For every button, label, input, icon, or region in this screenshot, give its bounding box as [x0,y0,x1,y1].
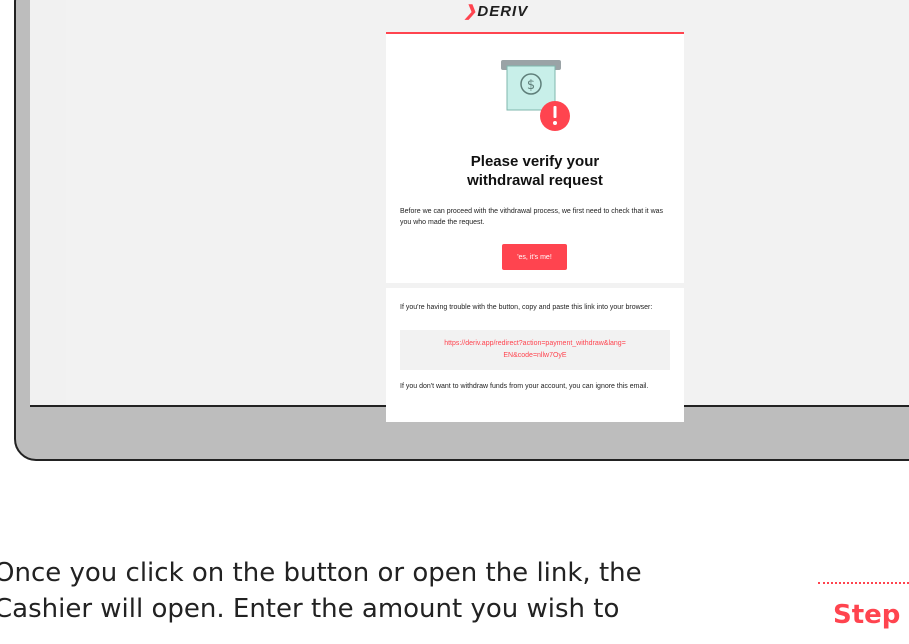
verification-link[interactable]: https://deriv.app/redirect?action=paymen… [400,330,670,370]
cash-alert-icon: $ [501,60,570,131]
heading-line-2: withdrawal request [467,172,603,189]
laptop-frame: ❯DERIV $ Please verify your withdrawal r… [14,0,909,461]
step-label: Step [833,600,901,630]
logo-mark-icon: ❯ [463,3,478,20]
ignore-text: If you don't want to withdraw funds from… [400,383,649,390]
instruction-line-1: Once you click on the button or open the… [0,558,642,588]
email-card: $ Please verify your withdrawal request … [386,32,684,422]
brand-name: DERIV [477,3,529,20]
svg-text:$: $ [527,78,535,93]
instruction-text: Once you click on the button or open the… [0,555,642,627]
link-line-2[interactable]: EN&code=nllw7OyE [400,350,670,362]
confirm-button[interactable]: 'es, it's me! [502,244,567,270]
dotted-connector [818,582,909,584]
email-viewport: ❯DERIV $ Please verify your withdrawal r… [66,0,909,422]
email-heading: Please verify your withdrawal request [386,152,684,190]
instruction-line-2: Cashier will open. Enter the amount you … [0,594,620,624]
heading-line-1: Please verify your [470,153,600,170]
link-line-1[interactable]: https://deriv.app/redirect?action=paymen… [400,338,670,350]
deriv-logo: ❯DERIV [66,2,909,20]
email-intro: Before we can proceed with the vithdrawa… [400,208,664,226]
laptop-screen: ❯DERIV $ Please verify your withdrawal r… [30,0,909,422]
trouble-text: If you're having trouble with the button… [400,304,653,311]
section-divider [386,283,684,288]
